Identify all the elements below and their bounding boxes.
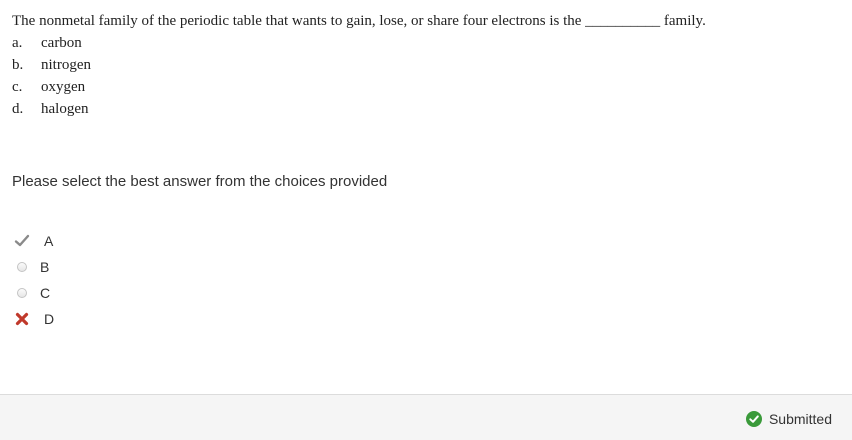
question-option-a: a. carbon — [12, 32, 706, 54]
radio-button[interactable] — [12, 283, 32, 303]
option-letter: b. — [12, 57, 24, 73]
option-text: halogen — [41, 101, 89, 117]
x-mark-icon — [12, 309, 32, 329]
status-label: Submitted — [768, 411, 832, 427]
footer-bar: Submitted — [0, 394, 852, 440]
question-option-b: b. nitrogen — [12, 54, 706, 76]
option-text: oxygen — [41, 79, 86, 95]
option-text: carbon — [41, 35, 82, 51]
option-letter: d. — [12, 101, 24, 117]
question-option-c: c. oxygen — [12, 76, 706, 98]
check-circle-icon — [745, 411, 762, 427]
answer-label: C — [40, 285, 51, 301]
answer-label: B — [40, 259, 50, 275]
answer-choice-b[interactable]: B — [12, 254, 54, 280]
question-option-d: d. halogen — [12, 98, 706, 120]
answer-choice-d[interactable]: D — [12, 306, 54, 332]
instructions-text: Please select the best answer from the c… — [12, 173, 388, 190]
option-text: nitrogen — [41, 57, 91, 73]
question-block: The nonmetal family of the periodic tabl… — [12, 10, 706, 120]
question-text: The nonmetal family of the periodic tabl… — [12, 13, 706, 29]
answer-choices: A B C D — [12, 228, 54, 332]
answer-choice-c[interactable]: C — [12, 280, 54, 306]
submission-status: Submitted — [745, 411, 832, 427]
radio-button[interactable] — [12, 257, 32, 277]
answer-label: A — [44, 233, 54, 249]
option-letter: a. — [12, 35, 23, 51]
answer-choice-a[interactable]: A — [12, 228, 54, 254]
checkmark-icon — [12, 231, 32, 251]
answer-label: D — [44, 311, 55, 327]
option-letter: c. — [12, 79, 23, 95]
